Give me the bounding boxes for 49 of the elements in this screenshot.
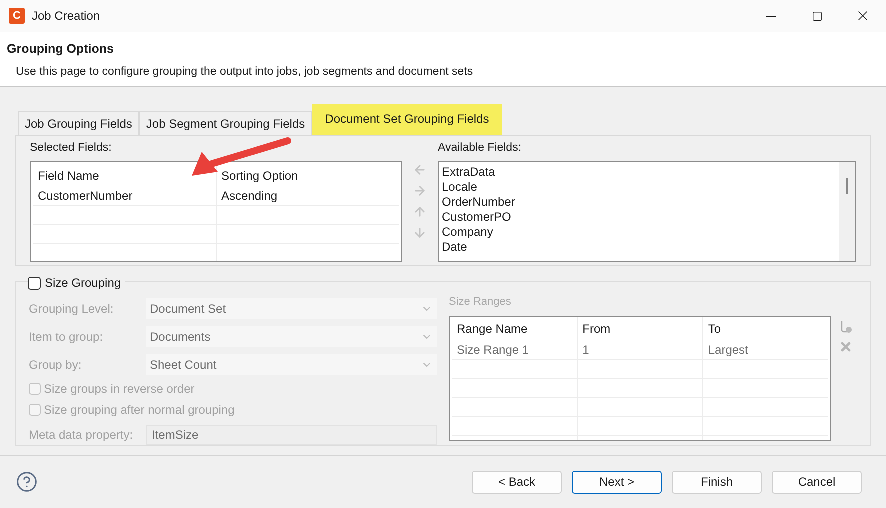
checkbox-label: Size groups in reverse order [44, 381, 195, 398]
table-cell: CustomerNumber [33, 187, 216, 206]
list-item[interactable]: Date [442, 240, 839, 256]
text-field[interactable]: ItemSize [146, 424, 437, 444]
dropdown[interactable]: Sheet Count [146, 354, 437, 375]
checkbox[interactable] [29, 383, 41, 395]
page-title: Grouping Options [7, 41, 115, 58]
dropdown[interactable]: Document Set [146, 298, 437, 319]
tab[interactable]: Document Set Grouping Fields [312, 104, 502, 138]
checkbox-label: Size Grouping [45, 275, 122, 292]
table-cell: 1 [578, 340, 704, 358]
field-label: Size Ranges [449, 295, 512, 310]
list-item[interactable]: Company [442, 225, 839, 240]
table-cell: Size Range 1 [452, 340, 578, 358]
dialog-button[interactable]: Next > [572, 470, 662, 494]
dialog-button[interactable]: Finish [672, 470, 762, 494]
delete-icon[interactable] [839, 340, 853, 354]
dropdown[interactable]: Documents [146, 326, 437, 347]
dialog-button[interactable]: < Back [472, 470, 562, 494]
size-grouping-checkbox[interactable] [28, 276, 41, 290]
field-label: Meta data property: [29, 426, 134, 444]
checkbox-label: Size grouping after normal grouping [44, 402, 235, 419]
app-logo: C [9, 8, 25, 24]
tab[interactable]: Job Segment Grouping Fields [139, 111, 312, 135]
list-item[interactable]: OrderNumber [442, 195, 839, 210]
dialog-button[interactable]: Cancel [772, 470, 862, 494]
column-header[interactable]: Range Name [452, 316, 578, 340]
table-cell-text: Ascending [220, 188, 279, 206]
page-description: Use this page to configure grouping the output into jobs, job segments and document sets [16, 64, 474, 80]
column-header[interactable]: From [578, 316, 704, 340]
maximize-icon [812, 10, 822, 22]
field-label: Item to group: [29, 328, 104, 346]
field-label: Group by: [29, 356, 83, 374]
column-header[interactable]: To [703, 316, 828, 340]
field-label: Grouping Level: [29, 300, 115, 318]
help-icon[interactable] [16, 471, 38, 493]
tab[interactable]: Job Grouping Fields [18, 111, 140, 135]
list-item[interactable]: Locale [442, 180, 839, 196]
window-title: Job Creation [32, 8, 100, 25]
scrollbar[interactable] [839, 162, 855, 262]
list-item[interactable]: ExtraData [442, 165, 839, 180]
column-header[interactable]: Field Name [38, 166, 100, 185]
list-item[interactable]: CustomerPO [442, 210, 839, 226]
column-header[interactable]: Sorting Option [222, 166, 298, 185]
add-icon[interactable] [839, 320, 853, 334]
field-label: Selected Fields: [30, 141, 113, 156]
table-cell-text: Largest [707, 342, 750, 358]
field-label: Available Fields: [438, 141, 523, 156]
checkbox[interactable] [29, 404, 41, 416]
